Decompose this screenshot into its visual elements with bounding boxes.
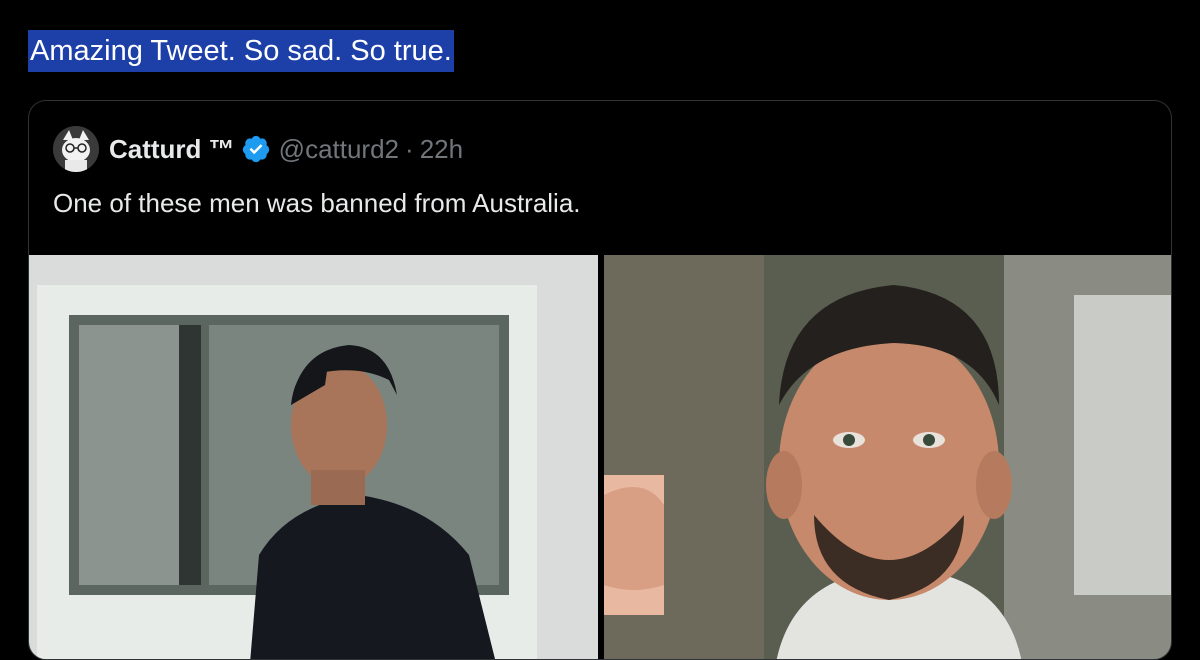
verified-badge-icon: [241, 134, 271, 164]
cat-avatar-icon: [53, 126, 99, 172]
young-man-photo-image: [29, 255, 598, 659]
display-name[interactable]: Catturd ™: [109, 134, 235, 165]
tennis-player-photo-image: [604, 255, 1171, 659]
post-text: Amazing Tweet. So sad. So true.: [28, 30, 454, 72]
quoted-tweet-text: One of these men was banned from Austral…: [53, 188, 581, 218]
timestamp[interactable]: 22h: [420, 134, 463, 165]
quoted-tweet-header: Catturd ™ @catturd2 · 22h: [53, 125, 463, 173]
media-grid: [29, 255, 1171, 659]
photo-right[interactable]: [604, 255, 1171, 659]
avatar[interactable]: [53, 126, 99, 172]
separator-dot: ·: [405, 133, 414, 164]
quoted-tweet-card[interactable]: Catturd ™ @catturd2 · 22h One of these m…: [28, 100, 1172, 660]
photo-left[interactable]: [29, 255, 598, 659]
user-handle[interactable]: @catturd2: [279, 134, 399, 165]
